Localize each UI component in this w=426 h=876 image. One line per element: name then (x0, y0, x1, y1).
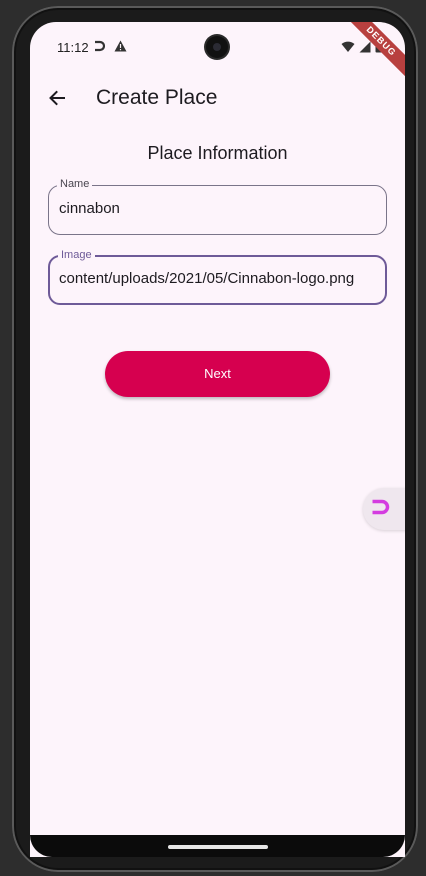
app-screen: 11:12 DEBUG Create Place Place Informati… (30, 22, 405, 857)
magnet-icon (371, 499, 391, 520)
wifi-icon (341, 40, 355, 58)
name-field[interactable]: Name cinnabon (48, 178, 387, 235)
page-title: Create Place (96, 86, 218, 109)
signal-icon (359, 40, 371, 58)
status-time: 11:12 (57, 40, 89, 55)
image-field-label: Image (58, 249, 95, 261)
image-field[interactable]: Image content/uploads/2021/05/Cinnabon-l… (48, 249, 387, 305)
app-bar: Create Place (30, 77, 405, 123)
magnet-icon (93, 39, 106, 57)
floating-overlay-handle[interactable] (363, 488, 405, 530)
name-field-label: Name (57, 178, 93, 190)
device-frame: 11:12 DEBUG Create Place Place Informati… (0, 0, 426, 876)
section-title: Place Information (147, 143, 288, 163)
home-indicator[interactable] (168, 845, 268, 849)
arrow-left-icon (48, 89, 66, 112)
front-camera (206, 36, 228, 58)
back-button[interactable] (42, 85, 72, 115)
image-field-value[interactable]: content/uploads/2021/05/Cinnabon-logo.pn… (59, 270, 379, 287)
name-field-value[interactable]: cinnabon (59, 200, 380, 217)
status-bar: 11:12 DEBUG (30, 22, 405, 83)
next-button[interactable]: Next (105, 351, 330, 397)
warning-icon (114, 39, 127, 57)
